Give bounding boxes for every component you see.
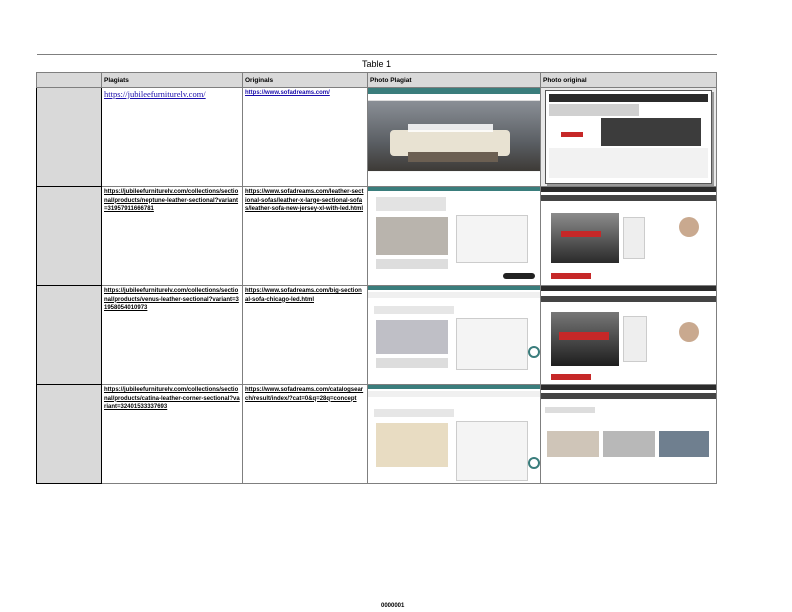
plagiat-link[interactable]: https://jubileefurniturelv.com/collectio… — [102, 286, 242, 314]
plagiat-link[interactable]: https://jubileefurniturelv.com/ — [102, 88, 242, 100]
plagiat-screenshot — [368, 88, 540, 186]
plagiat-screenshot — [368, 187, 540, 285]
table-row: https://jubileefurniturelv.com/collectio… — [36, 285, 718, 385]
original-screenshot — [541, 286, 717, 384]
header-blank — [36, 72, 102, 88]
page-footer: 0000001 — [381, 603, 405, 609]
row-label-cell — [36, 384, 102, 484]
header-photo-original: Photo original — [539, 72, 718, 88]
row-label-cell — [36, 285, 102, 385]
original-link[interactable]: https://www.sofadreams.com/ — [243, 88, 367, 99]
plagiat-screenshot — [368, 385, 540, 483]
original-link[interactable]: https://www.sofadreams.com/big-sectional… — [243, 286, 367, 305]
table-row: https://jubileefurniturelv.com/ https://… — [36, 87, 718, 187]
header-photo-plagiat: Photo Plagiat — [367, 72, 541, 88]
table-title: Table 1 — [36, 54, 717, 73]
plagiat-link[interactable]: https://jubileefurniturelv.com/collectio… — [102, 385, 242, 413]
plagiat-screenshot — [368, 286, 540, 384]
header-plagiats: Plagiats — [101, 72, 243, 88]
plagiat-link[interactable]: https://jubileefurniturelv.com/collectio… — [102, 187, 242, 215]
original-link[interactable]: https://www.sofadreams.com/leather-secti… — [243, 187, 367, 215]
evidence-table: Table 1 Plagiats Originals Photo Plagiat… — [36, 54, 718, 484]
original-link[interactable]: https://www.sofadreams.com/catalogsearch… — [243, 385, 367, 404]
header-originals: Originals — [242, 72, 368, 88]
table-row: https://jubileefurniturelv.com/collectio… — [36, 384, 718, 484]
row-label-cell — [36, 186, 102, 286]
original-screenshot — [541, 88, 717, 186]
table-row: https://jubileefurniturelv.com/collectio… — [36, 186, 718, 286]
original-screenshot — [541, 187, 717, 285]
row-label-cell — [36, 87, 102, 187]
original-screenshot — [541, 385, 717, 483]
